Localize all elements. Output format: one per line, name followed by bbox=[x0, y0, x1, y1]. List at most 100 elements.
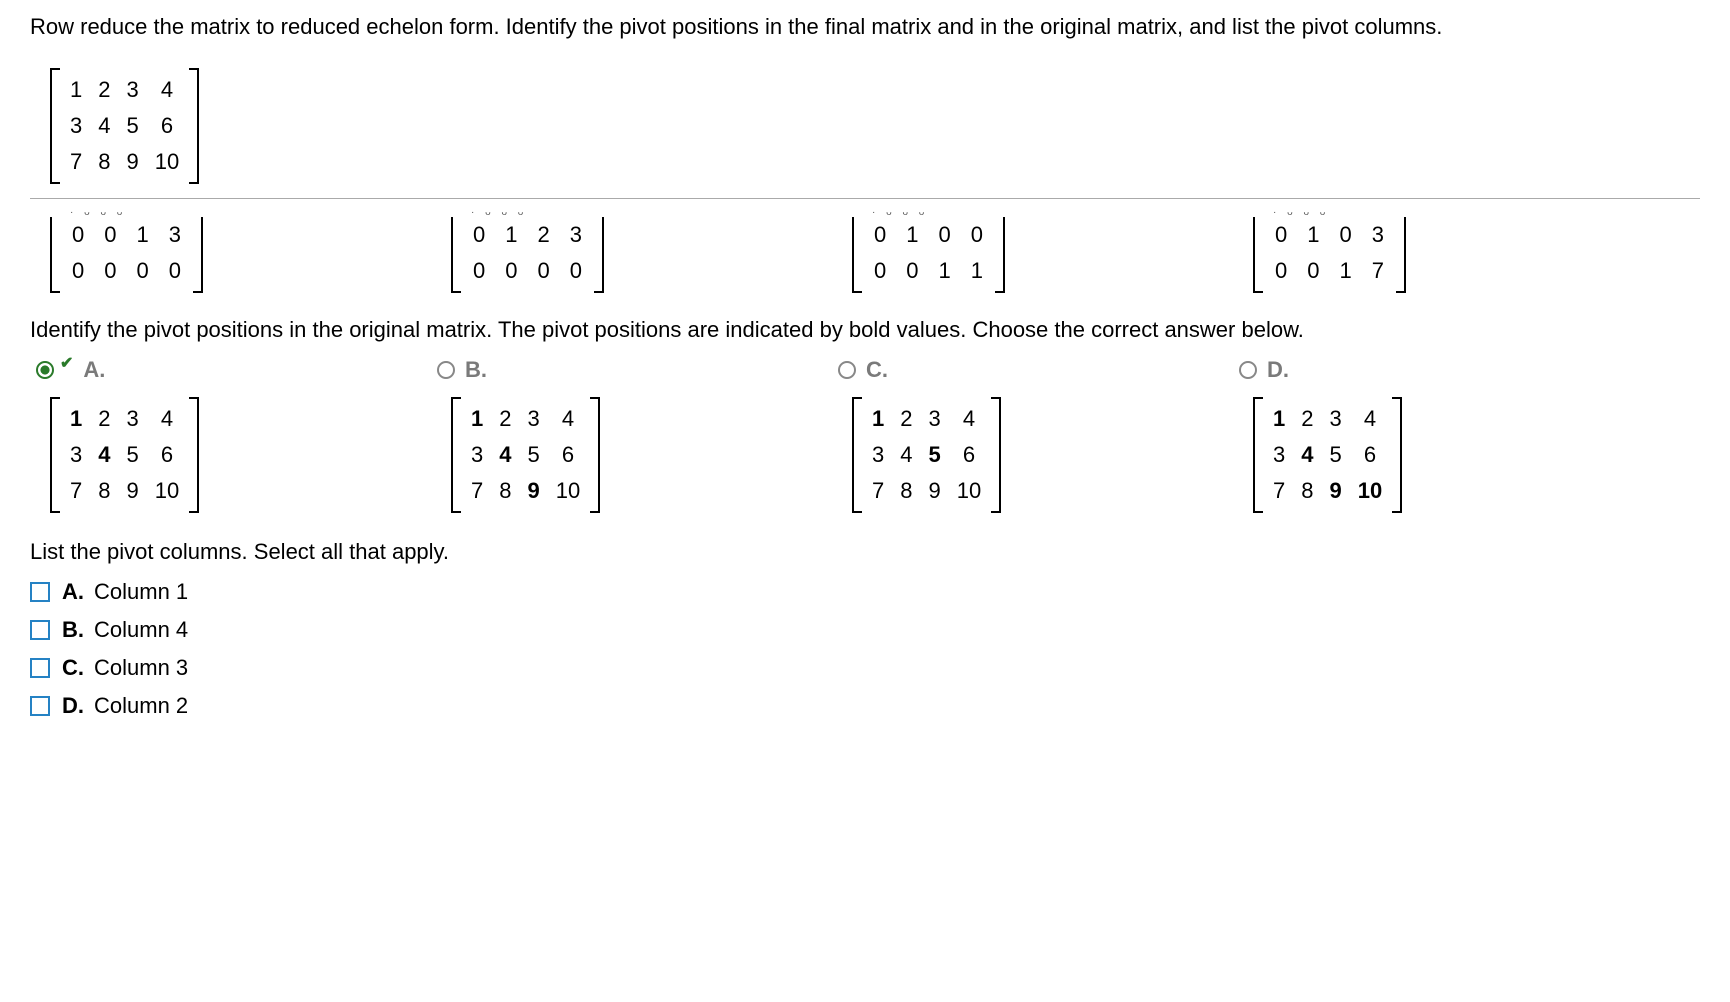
cut-indicator: · ᴗ ᴗ ᴗ bbox=[431, 207, 826, 217]
matrix-cell: 3 bbox=[119, 72, 147, 108]
checkbox-row-A[interactable]: A.Column 1 bbox=[30, 579, 1700, 605]
matrix-cell: 0 bbox=[864, 253, 896, 289]
checkbox-label: A.Column 1 bbox=[62, 579, 188, 605]
checkbox-row-D[interactable]: D.Column 2 bbox=[30, 693, 1700, 719]
checkbox-label: D.Column 2 bbox=[62, 693, 188, 719]
matrix-cell: 0 bbox=[495, 253, 527, 289]
matrix-cell: 1 bbox=[62, 401, 90, 437]
matrix-cell: 0 bbox=[94, 253, 126, 289]
matrix-cell: 3 bbox=[159, 217, 191, 253]
section3-text: List the pivot columns. Select all that … bbox=[30, 539, 1700, 565]
option-matrix: 1234345678910 bbox=[1253, 397, 1402, 513]
checkbox-label: B. Column 4 bbox=[62, 617, 188, 643]
partial-matrix-1: · ᴗ ᴗ ᴗ01230000 bbox=[431, 207, 826, 299]
matrix-cell: 0 bbox=[62, 253, 94, 289]
checkbox-icon[interactable] bbox=[30, 620, 50, 640]
matrix-cell: 9 bbox=[921, 473, 949, 509]
checkbox-letter: A. bbox=[62, 579, 84, 605]
matrix-cell: 0 bbox=[929, 217, 961, 253]
matrix-cell: 3 bbox=[62, 437, 90, 473]
options2-row: ✔A.1234345678910B.1234345678910C.1234345… bbox=[30, 357, 1700, 521]
matrix-cell: 1 bbox=[929, 253, 961, 289]
checkbox-text: Column 2 bbox=[94, 693, 188, 719]
checkbox-letter: C. bbox=[62, 655, 84, 681]
checkbox-icon[interactable] bbox=[30, 582, 50, 602]
option-A[interactable]: ✔A. bbox=[36, 357, 425, 383]
matrix-cell: 8 bbox=[90, 473, 118, 509]
option-letter: D. bbox=[1267, 357, 1289, 383]
matrix-cell: 5 bbox=[119, 437, 147, 473]
matrix-cell: 1 bbox=[62, 72, 90, 108]
matrix-cell: 1 bbox=[1330, 253, 1362, 289]
checkbox-label: C. Column 3 bbox=[62, 655, 188, 681]
matrix-cell: 7 bbox=[62, 144, 90, 180]
checkbox-list: A.Column 1 B. Column 4 C. Column 3 D.Column 2 bbox=[30, 579, 1700, 719]
cut-indicator: · ᴗ ᴗ ᴗ bbox=[832, 207, 1227, 217]
matrix-cell: 3 bbox=[1322, 401, 1350, 437]
matrix-cell: 7 bbox=[1362, 253, 1394, 289]
checkbox-row-B[interactable]: B. Column 4 bbox=[30, 617, 1700, 643]
matrix-cell: 9 bbox=[119, 144, 147, 180]
checkbox-text: Column 3 bbox=[94, 655, 188, 681]
option-B[interactable]: B. bbox=[437, 357, 826, 383]
matrix-cell: 0 bbox=[896, 253, 928, 289]
section2-text: Identify the pivot positions in the orig… bbox=[30, 317, 1700, 343]
checkbox-icon[interactable] bbox=[30, 658, 50, 678]
matrix-cell: 3 bbox=[62, 108, 90, 144]
matrix-cell: 5 bbox=[520, 437, 548, 473]
matrix-cell: 3 bbox=[463, 437, 491, 473]
matrix-cell: 8 bbox=[1293, 473, 1321, 509]
matrix-cell: 4 bbox=[90, 437, 118, 473]
radio-icon[interactable] bbox=[437, 361, 455, 379]
option-D[interactable]: D. bbox=[1239, 357, 1628, 383]
partial-matrices-row: · ᴗ ᴗ ᴗ00130000· ᴗ ᴗ ᴗ01230000· ᴗ ᴗ ᴗ010… bbox=[30, 207, 1700, 299]
matrix-cell: 3 bbox=[1362, 217, 1394, 253]
matrix-cell: 6 bbox=[548, 437, 588, 473]
checkbox-letter: B. bbox=[62, 617, 84, 643]
radio-icon[interactable] bbox=[838, 361, 856, 379]
matrix-cell: 4 bbox=[892, 437, 920, 473]
matrix-cell: 3 bbox=[560, 217, 592, 253]
matrix-cell: 6 bbox=[1350, 437, 1390, 473]
matrix-cell: 5 bbox=[119, 108, 147, 144]
matrix-cell: 7 bbox=[1265, 473, 1293, 509]
matrix-cell: 0 bbox=[127, 253, 159, 289]
matrix-cell: 2 bbox=[1293, 401, 1321, 437]
matrix-cell: 0 bbox=[1297, 253, 1329, 289]
matrix-cell: 2 bbox=[90, 401, 118, 437]
radio-icon[interactable] bbox=[1239, 361, 1257, 379]
cut-indicator: · ᴗ ᴗ ᴗ bbox=[1233, 207, 1628, 217]
matrix-cell: 1 bbox=[1297, 217, 1329, 253]
matrix-cell: 3 bbox=[520, 401, 548, 437]
matrix-cell: 5 bbox=[1322, 437, 1350, 473]
matrix-cell: 0 bbox=[463, 217, 495, 253]
matrix-cell: 2 bbox=[528, 217, 560, 253]
matrix-cell: 7 bbox=[463, 473, 491, 509]
option-C[interactable]: C. bbox=[838, 357, 1227, 383]
question-text: Row reduce the matrix to reduced echelon… bbox=[30, 14, 1700, 40]
checkbox-row-C[interactable]: C. Column 3 bbox=[30, 655, 1700, 681]
matrix-cell: 0 bbox=[463, 253, 495, 289]
option-matrix: 1234345678910 bbox=[451, 397, 600, 513]
matrix-cell: 3 bbox=[1265, 437, 1293, 473]
matrix-cell: 1 bbox=[896, 217, 928, 253]
checkbox-text: Column 4 bbox=[94, 617, 188, 643]
matrix-cell: 2 bbox=[491, 401, 519, 437]
matrix-cell: 4 bbox=[90, 108, 118, 144]
option-matrix: 1234345678910 bbox=[50, 397, 199, 513]
radio-icon[interactable] bbox=[36, 361, 54, 379]
matrix-cell: 4 bbox=[949, 401, 989, 437]
matrix-cell: 1 bbox=[864, 401, 892, 437]
matrix-cell: 5 bbox=[921, 437, 949, 473]
matrix-cell: 4 bbox=[491, 437, 519, 473]
matrix-cell: 0 bbox=[961, 217, 993, 253]
cut-indicator: · ᴗ ᴗ ᴗ bbox=[30, 207, 425, 217]
matrix-cell: 0 bbox=[159, 253, 191, 289]
matrix-cell: 7 bbox=[62, 473, 90, 509]
matrix-cell: 8 bbox=[491, 473, 519, 509]
matrix-cell: 10 bbox=[949, 473, 989, 509]
matrix-cell: 6 bbox=[949, 437, 989, 473]
checkbox-icon[interactable] bbox=[30, 696, 50, 716]
matrix-cell: 1 bbox=[961, 253, 993, 289]
matrix-cell: 0 bbox=[62, 217, 94, 253]
